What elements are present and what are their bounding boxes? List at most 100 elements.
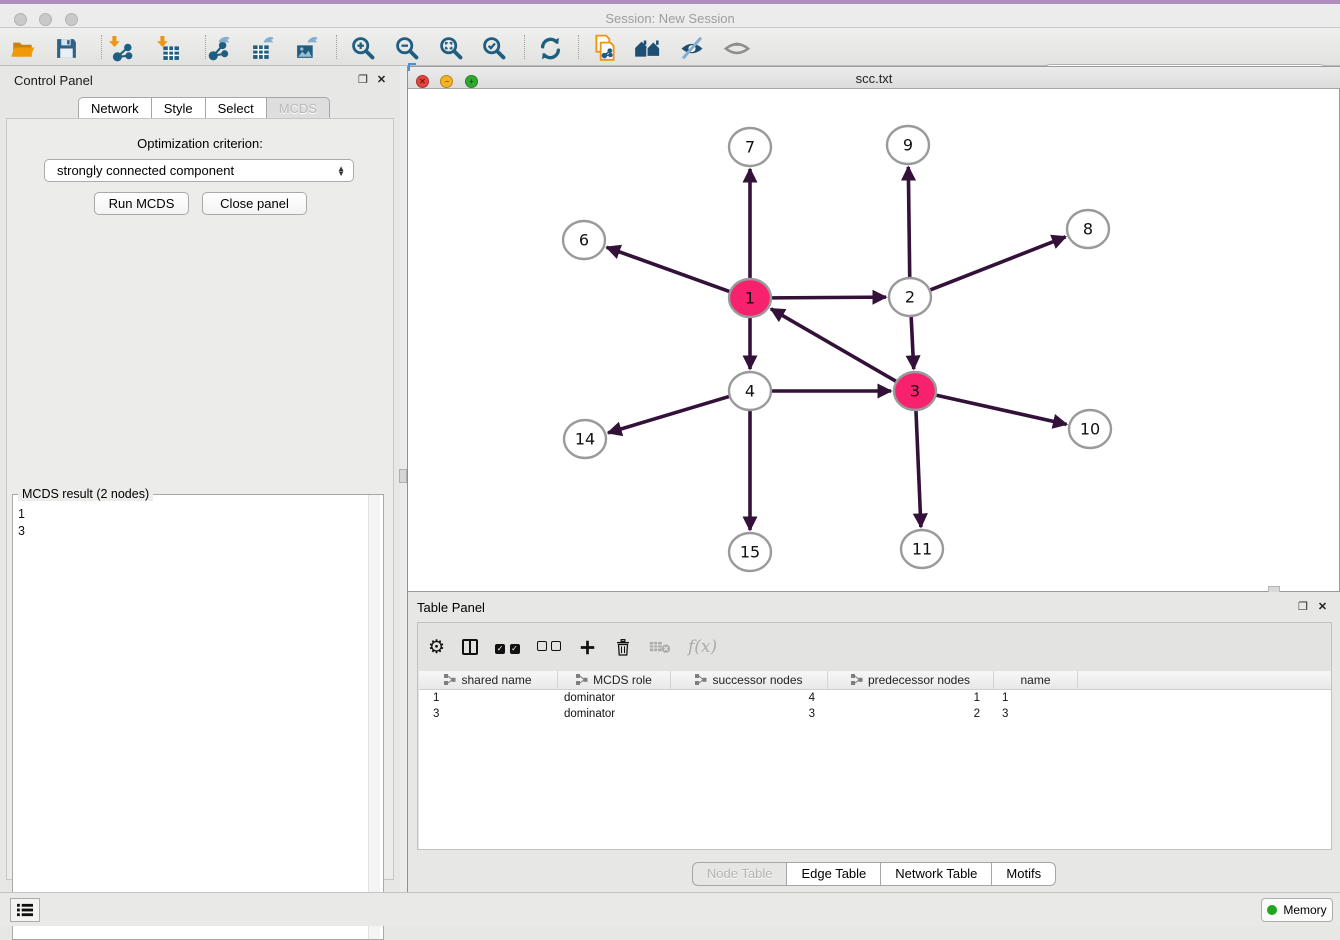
optimization-criterion-label: Optimization criterion: (0, 136, 400, 151)
zoom-view-button[interactable]: + (465, 75, 478, 88)
select-stepper-icon: ▲▼ (337, 166, 345, 176)
table-toolbar: ⚙ ✓ ✓ f(x) (428, 631, 717, 663)
table-container: ⚙ ✓ ✓ f(x) shared name MCDS role (417, 622, 1332, 850)
panel-close-icon[interactable]: ✕ (377, 73, 386, 86)
select-all-icon[interactable]: ✓ ✓ (495, 638, 519, 656)
node-label-8: 8 (1083, 220, 1093, 239)
column-type-icon (576, 674, 588, 686)
zoom-window-button[interactable] (65, 13, 78, 26)
tab-network-table[interactable]: Network Table (880, 862, 991, 886)
control-panel: Control Panel ❐ ✕ Network Style Select M… (0, 66, 400, 892)
save-session-icon[interactable] (51, 33, 81, 63)
columns-icon[interactable] (462, 639, 478, 655)
criterion-select[interactable]: strongly connected component ▲▼ (44, 159, 354, 182)
export-table-icon[interactable] (248, 33, 278, 63)
splitter-grip[interactable] (399, 469, 407, 483)
mcds-result-box (12, 494, 384, 940)
node-label-2: 2 (905, 288, 915, 307)
hide-network-icon[interactable] (677, 33, 707, 63)
table-row[interactable]: 1 dominator 4 1 1 (419, 690, 1331, 706)
import-network-icon[interactable] (104, 33, 134, 63)
edge-1-6[interactable] (607, 247, 730, 291)
edge-3-11[interactable] (916, 411, 921, 527)
tab-motifs[interactable]: Motifs (991, 862, 1056, 886)
edge-3-1[interactable] (771, 309, 896, 381)
mcds-result-list: 1 3 (18, 506, 370, 540)
column-type-icon (851, 674, 863, 686)
panel-maximize-icon[interactable]: ❐ (358, 73, 368, 86)
node-label-14: 14 (575, 430, 595, 449)
node-label-4: 4 (745, 382, 755, 401)
network-view-window: scc.txt ✕ − + 7968124314101511 (408, 66, 1340, 592)
node-label-11: 11 (912, 540, 932, 559)
destroy-table-icon[interactable] (649, 639, 671, 655)
session-home-icon[interactable] (633, 33, 663, 63)
toolbar-separator (101, 35, 102, 59)
memory-button[interactable]: Memory (1261, 898, 1333, 922)
memory-label: Memory (1283, 903, 1326, 917)
add-icon[interactable] (578, 638, 597, 657)
edge-2-8[interactable] (931, 237, 1066, 290)
close-view-button[interactable]: ✕ (416, 75, 429, 88)
toolbar-separator (578, 35, 579, 59)
clone-network-icon[interactable] (590, 33, 620, 63)
main-titlebar: Session: New Session (0, 4, 1340, 28)
mcds-result-title: MCDS result (2 nodes) (18, 487, 153, 501)
node-label-10: 10 (1080, 420, 1100, 439)
open-session-icon[interactable] (8, 33, 38, 63)
node-label-1: 1 (745, 289, 755, 308)
deselect-all-icon[interactable] (537, 638, 561, 656)
close-panel-button[interactable]: Close panel (202, 192, 307, 215)
column-header[interactable]: name (994, 671, 1078, 689)
window-title: Session: New Session (0, 11, 1340, 26)
node-label-15: 15 (740, 543, 760, 562)
show-network-icon[interactable] (722, 33, 752, 63)
toolbar-separator (336, 35, 337, 59)
table-header-row: shared name MCDS role successor nodes pr… (419, 671, 1331, 690)
column-header[interactable]: predecessor nodes (828, 671, 994, 689)
import-table-icon[interactable] (152, 33, 182, 63)
network-window-titlebar: scc.txt ✕ − + (408, 67, 1340, 89)
function-builder-icon[interactable]: f(x) (688, 637, 717, 657)
network-graph[interactable]: 7968124314101511 (408, 89, 1338, 592)
column-header[interactable]: MCDS role (558, 671, 671, 689)
main-toolbar (0, 28, 1340, 66)
table-panel: Table Panel ❐ ✕ ⚙ ✓ ✓ f(x) shared name (408, 592, 1340, 892)
zoom-out-icon[interactable] (392, 33, 422, 63)
node-table: shared name MCDS role successor nodes pr… (419, 671, 1331, 849)
column-type-icon (444, 674, 456, 686)
column-header[interactable]: shared name (419, 671, 558, 689)
zoom-in-icon[interactable] (348, 33, 378, 63)
zoom-selected-icon[interactable] (479, 33, 509, 63)
result-line: 3 (18, 523, 370, 540)
export-image-icon[interactable] (292, 33, 322, 63)
tab-edge-table[interactable]: Edge Table (786, 862, 880, 886)
tab-node-table[interactable]: Node Table (692, 862, 787, 886)
edge-4-14[interactable] (608, 397, 729, 433)
network-window-title: scc.txt (408, 71, 1340, 86)
node-label-3: 3 (910, 382, 920, 401)
export-network-icon[interactable] (204, 33, 234, 63)
close-window-button[interactable] (14, 13, 27, 26)
edge-1-2[interactable] (772, 297, 886, 298)
edge-2-9[interactable] (908, 167, 909, 277)
gear-icon[interactable]: ⚙ (428, 636, 445, 659)
criterion-value: strongly connected component (57, 163, 234, 178)
task-history-button[interactable] (10, 898, 40, 922)
column-header[interactable]: successor nodes (671, 671, 828, 689)
minimize-view-button[interactable]: − (440, 75, 453, 88)
edge-3-10[interactable] (936, 395, 1066, 424)
table-close-icon[interactable]: ✕ (1318, 600, 1327, 613)
node-label-6: 6 (579, 231, 589, 250)
refresh-icon[interactable] (535, 33, 565, 63)
column-type-icon (695, 674, 707, 686)
run-mcds-button[interactable]: Run MCDS (94, 192, 189, 215)
delete-icon[interactable] (614, 638, 632, 657)
edge-2-3[interactable] (911, 317, 914, 369)
table-maximize-icon[interactable]: ❐ (1298, 600, 1308, 613)
focus-corner-marker (408, 63, 416, 71)
result-scrollbar[interactable] (368, 495, 380, 939)
zoom-fit-icon[interactable] (436, 33, 466, 63)
minimize-window-button[interactable] (39, 13, 52, 26)
table-row[interactable]: 3 dominator 3 2 3 (419, 706, 1331, 722)
